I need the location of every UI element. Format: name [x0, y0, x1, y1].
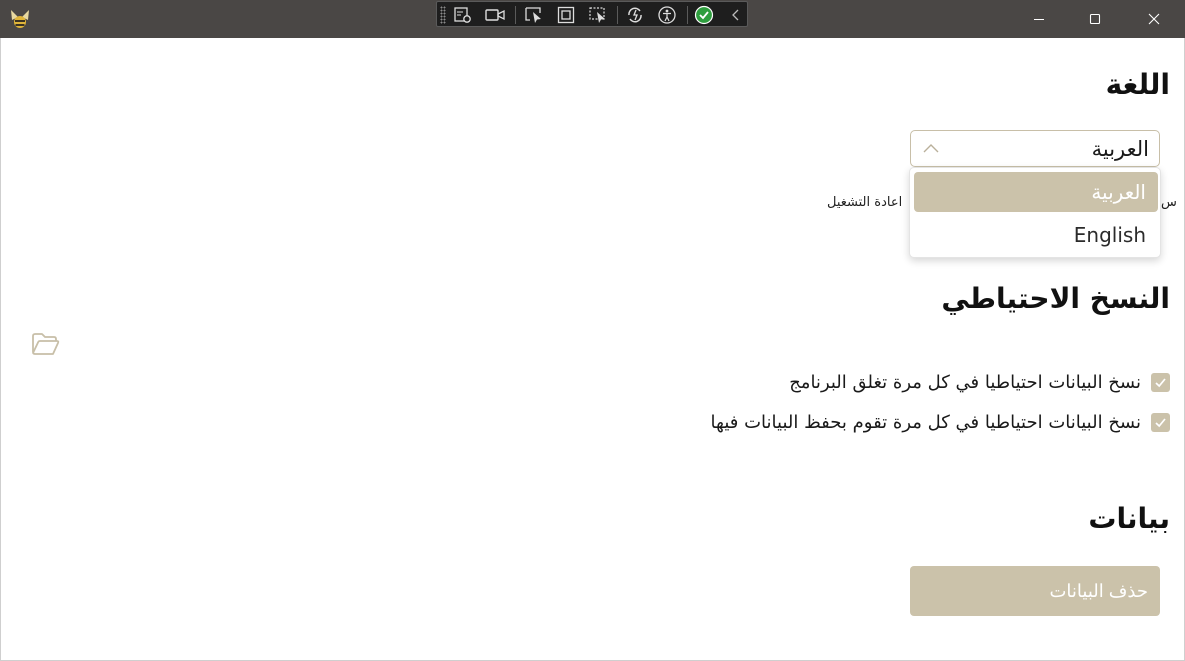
backup-on-close-option[interactable]: نسخ البيانات احتياطيا في كل مرة تغلق الب…	[789, 370, 1170, 394]
track-focused-element-icon[interactable]	[586, 4, 610, 26]
backup-on-close-label: نسخ البيانات احتياطيا في كل مرة تغلق الب…	[789, 371, 1141, 393]
select-element-icon[interactable]	[522, 4, 546, 26]
backup-heading: النسخ الاحتياطي	[941, 282, 1170, 315]
maximize-icon	[1089, 13, 1101, 25]
bee-logo-icon	[8, 7, 32, 31]
restart-hint-text: اعادة التشغيل	[827, 195, 903, 210]
devtools-toolbar	[436, 1, 748, 27]
language-option-arabic[interactable]: العربية	[914, 172, 1158, 212]
delete-data-label: حذف البيانات	[1049, 580, 1148, 601]
checkmark-icon	[1155, 417, 1166, 427]
display-layout-adorners-icon[interactable]	[554, 4, 578, 26]
language-selected-value: العربية	[1091, 137, 1149, 161]
backup-on-save-label: نسخ البيانات احتياطيا في كل مرة تقوم بحف…	[710, 411, 1141, 433]
backup-on-close-checkbox[interactable]	[1151, 372, 1170, 392]
checkmark-icon	[1155, 377, 1166, 387]
close-button[interactable]	[1125, 0, 1183, 38]
toolbar-grip[interactable]	[440, 6, 446, 24]
minimize-button[interactable]	[1010, 0, 1068, 38]
option-label: English	[1073, 223, 1146, 247]
hot-reload-icon[interactable]	[623, 4, 647, 26]
record-icon[interactable]	[483, 4, 507, 26]
minimize-icon	[1034, 19, 1044, 20]
maximize-button[interactable]	[1066, 0, 1124, 38]
chevron-up-icon	[923, 144, 939, 153]
checks-passed-icon[interactable]	[692, 4, 716, 26]
open-folder-icon[interactable]	[31, 331, 61, 357]
data-heading: بيانات	[1088, 502, 1170, 535]
backup-on-save-option[interactable]: نسخ البيانات احتياطيا في كل مرة تقوم بحف…	[711, 410, 1170, 434]
collapse-chevron-icon[interactable]	[724, 4, 748, 26]
language-dropdown: العربية English	[909, 167, 1161, 258]
accessibility-icon[interactable]	[655, 4, 679, 26]
language-option-english[interactable]: English	[914, 215, 1158, 255]
close-icon	[1148, 13, 1160, 25]
delete-data-button[interactable]: حذف البيانات	[910, 566, 1160, 616]
restart-hint-fragment: س	[1161, 195, 1177, 210]
live-visual-tree-icon[interactable]	[451, 4, 475, 26]
settings-page: اللغة العربية اعادة التشغيل س العربية En…	[0, 38, 1185, 661]
language-combobox[interactable]: العربية	[910, 130, 1160, 167]
title-bar	[0, 0, 1185, 38]
option-label: العربية	[1091, 180, 1146, 204]
language-heading: اللغة	[1105, 68, 1170, 101]
backup-on-save-checkbox[interactable]	[1151, 412, 1170, 432]
